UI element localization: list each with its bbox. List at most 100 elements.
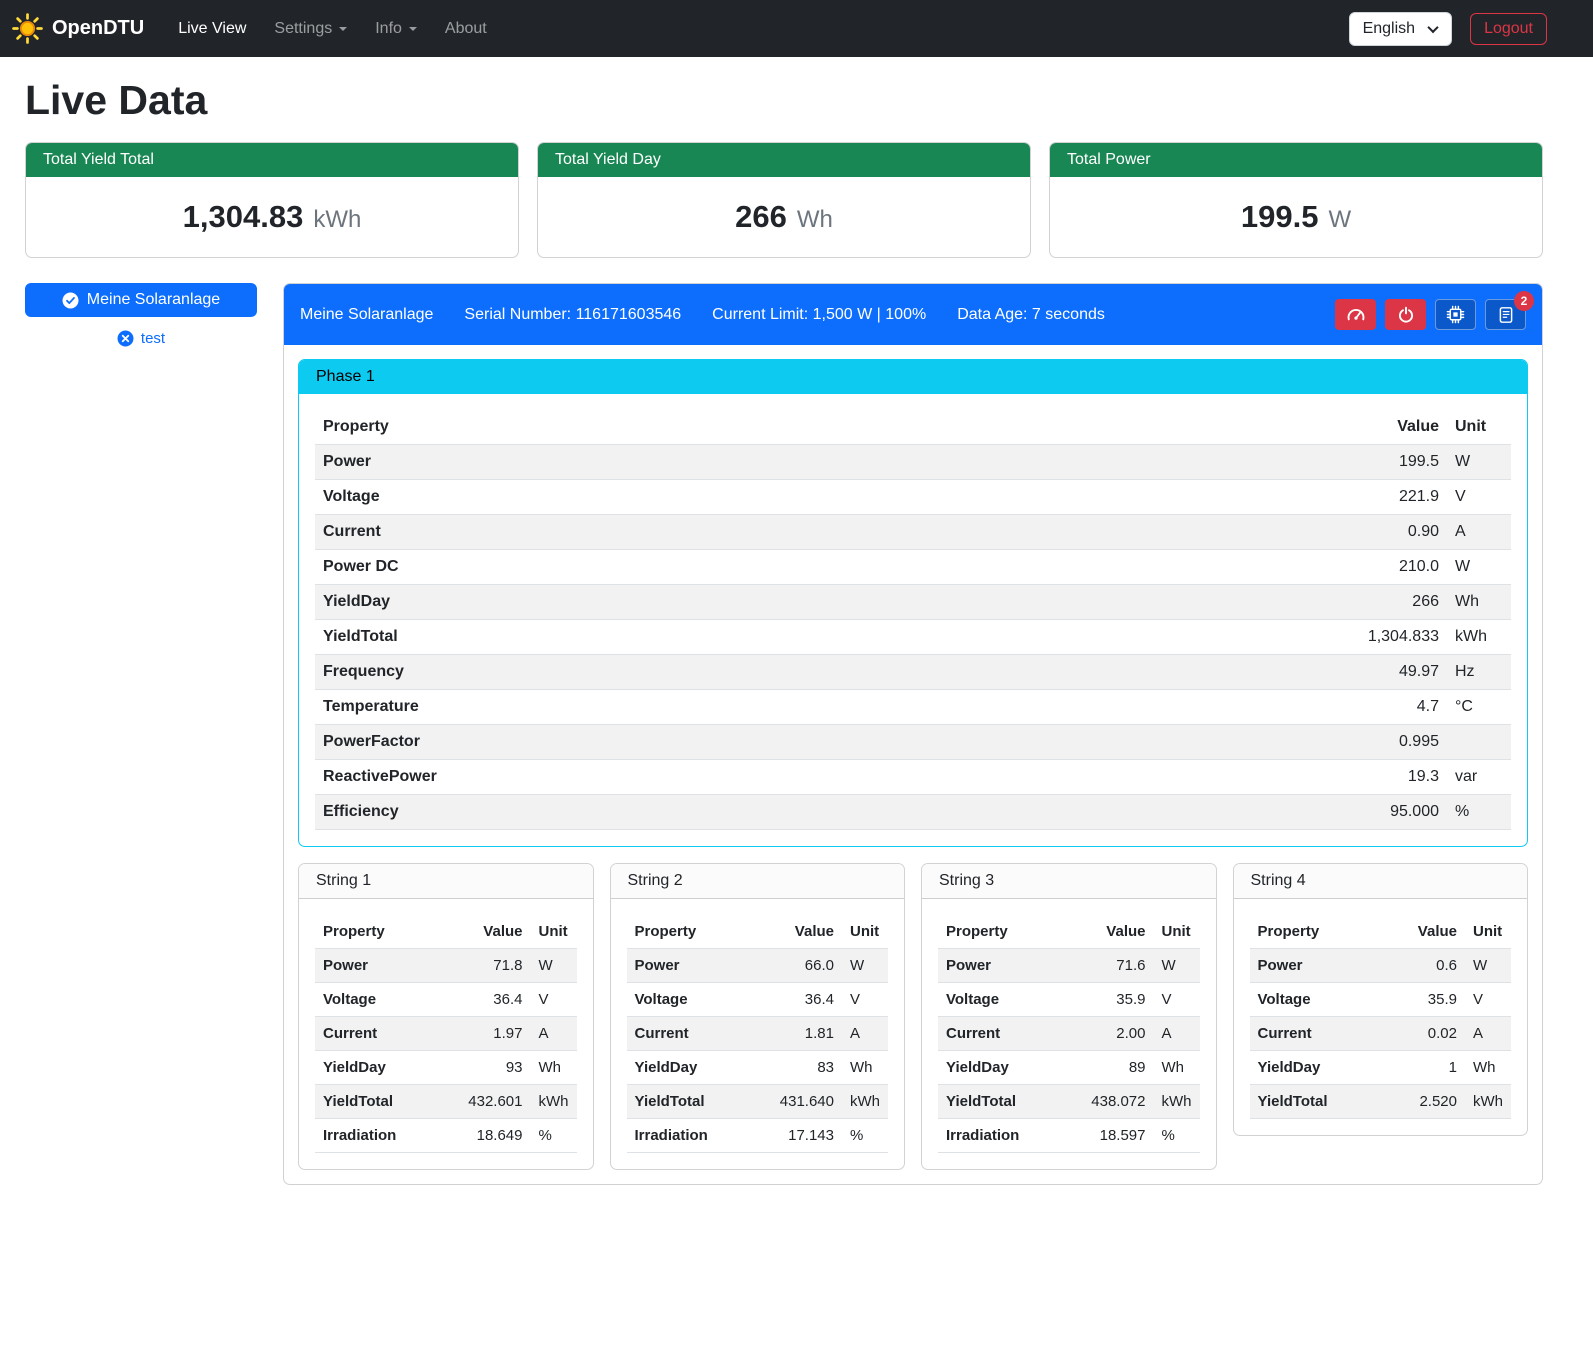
value-cell: 71.6 [1078, 949, 1154, 983]
table-row: Frequency 49.97 Hz [315, 655, 1511, 690]
value-cell: 199.5 [1317, 445, 1447, 480]
table-row: YieldTotal 432.601 kWh [315, 1085, 577, 1119]
value-cell: 2.00 [1078, 1017, 1154, 1051]
nav-item-settings[interactable]: Settings [260, 12, 361, 46]
table-row: ReactivePower 19.3 var [315, 760, 1511, 795]
table-row: Irradiation 17.143 % [627, 1119, 889, 1153]
value-cell: 93 [455, 1051, 531, 1085]
unit-cell: V [531, 983, 577, 1017]
property-cell: Power [315, 445, 1317, 480]
table-row: Voltage 35.9 V [1250, 983, 1512, 1017]
string-card-2: String 2 Property Value Unit [610, 863, 906, 1170]
inverter-select-button-active[interactable]: Meine Solaranlage [25, 283, 257, 317]
inverter-sidebar: Meine Solaranlage test [25, 283, 257, 347]
string-card-1: String 1 Property Value Unit [298, 863, 594, 1170]
table-row: Efficiency 95.000 % [315, 795, 1511, 830]
column-header-unit: Unit [1154, 915, 1200, 949]
unit-cell: W [1447, 550, 1511, 585]
value-cell: 1 [1389, 1051, 1465, 1085]
property-cell: Power [315, 949, 455, 983]
column-header-unit: Unit [842, 915, 888, 949]
unit-cell: kWh [842, 1085, 888, 1119]
card-unit: kWh [313, 206, 361, 234]
unit-cell: % [842, 1119, 888, 1153]
value-cell: 438.072 [1078, 1085, 1154, 1119]
card-value: 1,304.83 [183, 199, 304, 235]
table-header-row: Property Value Unit [627, 915, 889, 949]
value-cell: 266 [1317, 585, 1447, 620]
value-cell: 431.640 [766, 1085, 842, 1119]
brand-title: OpenDTU [52, 17, 144, 40]
property-cell: YieldDay [938, 1051, 1078, 1085]
table-row: Voltage 36.4 V [627, 983, 889, 1017]
value-cell: 17.143 [766, 1119, 842, 1153]
property-cell: PowerFactor [315, 725, 1317, 760]
property-cell: Current [938, 1017, 1078, 1051]
language-select[interactable]: English [1349, 12, 1452, 46]
table-row: YieldTotal 431.640 kWh [627, 1085, 889, 1119]
limit-settings-button[interactable] [1335, 299, 1376, 330]
inverter-panel-header: Meine Solaranlage Serial Number: 1161716… [284, 284, 1542, 345]
column-header-value: Value [1317, 410, 1447, 445]
brand[interactable]: OpenDTU [12, 13, 144, 44]
string-table: Property Value Unit Power 71.6 W [938, 915, 1200, 1153]
table-row: Power DC 210.0 W [315, 550, 1511, 585]
property-cell: Power [627, 949, 767, 983]
property-cell: Power [938, 949, 1078, 983]
nav-item-live-view[interactable]: Live View [164, 12, 260, 46]
unit-cell: °C [1447, 690, 1511, 725]
property-cell: YieldTotal [315, 620, 1317, 655]
value-cell: 4.7 [1317, 690, 1447, 725]
property-cell: YieldTotal [315, 1085, 455, 1119]
property-cell: Current [627, 1017, 767, 1051]
content-row: Meine Solaranlage test Meine Solaranlage… [25, 283, 1543, 1185]
table-row: PowerFactor 0.995 [315, 725, 1511, 760]
card-title: Total Yield Day [538, 143, 1030, 177]
table-row: Power 66.0 W [627, 949, 889, 983]
event-log-button[interactable]: 2 [1485, 299, 1526, 330]
card-unit: Wh [797, 206, 833, 234]
nav-item-about[interactable]: About [431, 12, 501, 46]
logout-button[interactable]: Logout [1470, 13, 1547, 45]
property-cell: Current [315, 515, 1317, 550]
card-value: 266 [735, 199, 787, 235]
value-cell: 1.97 [455, 1017, 531, 1051]
chevron-down-icon [1427, 21, 1438, 32]
phase-card: Phase 1 Property Value Unit [298, 359, 1528, 847]
table-row: YieldDay 93 Wh [315, 1051, 577, 1085]
unit-cell: % [1447, 795, 1511, 830]
table-row: Power 0.6 W [1250, 949, 1512, 983]
inverter-select-button-inactive[interactable]: test [25, 330, 257, 347]
value-cell: 95.000 [1317, 795, 1447, 830]
device-info-button[interactable] [1435, 299, 1476, 330]
card-body: 199.5 W [1050, 177, 1542, 257]
string-title: String 3 [922, 864, 1216, 899]
inverter-name: Meine Solaranlage [300, 306, 433, 324]
card-title: Total Yield Total [26, 143, 518, 177]
nav-item-info[interactable]: Info [361, 12, 431, 46]
string-table-body: Power 71.8 W Voltage 36.4 V Current [315, 949, 577, 1153]
value-cell: 35.9 [1389, 983, 1465, 1017]
header-actions: 2 [1335, 299, 1526, 330]
unit-cell: Wh [842, 1051, 888, 1085]
property-cell: Current [315, 1017, 455, 1051]
table-header-row: Property Value Unit [1250, 915, 1512, 949]
table-row: Current 1.81 A [627, 1017, 889, 1051]
power-control-button[interactable] [1385, 299, 1426, 330]
current-limit: Current Limit: 1,500 W | 100% [712, 306, 926, 324]
x-circle-icon [117, 330, 134, 347]
column-header-property: Property [1250, 915, 1390, 949]
string-body: Property Value Unit Power 71.6 W [922, 899, 1216, 1169]
property-cell: YieldTotal [627, 1085, 767, 1119]
string-table: Property Value Unit Power 71.8 W [315, 915, 577, 1153]
property-cell: Irradiation [315, 1119, 455, 1153]
property-cell: Efficiency [315, 795, 1317, 830]
property-cell: YieldDay [315, 1051, 455, 1085]
table-row: YieldDay 266 Wh [315, 585, 1511, 620]
property-cell: Voltage [315, 983, 455, 1017]
nav-item-label: Settings [274, 20, 332, 38]
table-row: YieldDay 83 Wh [627, 1051, 889, 1085]
table-row: Irradiation 18.649 % [315, 1119, 577, 1153]
value-cell: 1.81 [766, 1017, 842, 1051]
inverter-panel: Meine Solaranlage Serial Number: 1161716… [283, 283, 1543, 1185]
